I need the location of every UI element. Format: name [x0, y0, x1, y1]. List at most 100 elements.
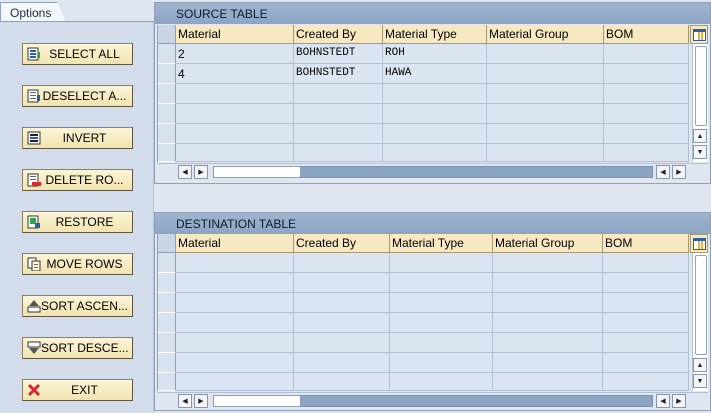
source-row-selector[interactable]	[158, 64, 176, 84]
source-row-selector[interactable]	[158, 84, 176, 104]
source-cell[interactable]	[604, 44, 689, 64]
destination-layout-settings-button[interactable]	[690, 234, 708, 253]
destination-empty-cell[interactable]	[294, 253, 390, 273]
source-cell[interactable]: BOHNSTEDT	[294, 44, 383, 64]
source-empty-cell[interactable]	[487, 144, 604, 162]
destination-horizontal-scroll-thumb[interactable]	[213, 395, 301, 407]
destination-empty-cell[interactable]	[603, 333, 689, 353]
destination-empty-cell[interactable]	[603, 273, 689, 293]
destination-empty-cell[interactable]	[294, 373, 390, 391]
destination-empty-cell[interactable]	[294, 333, 390, 353]
destination-empty-cell[interactable]	[390, 353, 493, 373]
destination-empty-cell[interactable]	[390, 273, 493, 293]
source-empty-cell[interactable]	[176, 84, 294, 104]
destination-col-material-group[interactable]: Material Group	[493, 234, 603, 253]
destination-empty-cell[interactable]	[390, 293, 493, 313]
destination-empty-cell[interactable]	[390, 333, 493, 353]
options-tab[interactable]: Options	[0, 2, 66, 22]
source-empty-cell[interactable]	[487, 124, 604, 144]
source-cell[interactable]: HAWA	[383, 64, 487, 84]
destination-row-selector[interactable]	[158, 373, 176, 391]
destination-empty-cell[interactable]	[294, 293, 390, 313]
select-all-button[interactable]: SELECT ALL	[22, 43, 133, 65]
source-empty-cell[interactable]	[487, 84, 604, 104]
destination-empty-cell[interactable]	[603, 313, 689, 333]
destination-horizontal-scrollbar[interactable]: ◀ ▶ ◀ ▶	[157, 392, 708, 408]
destination-empty-cell[interactable]	[493, 373, 603, 391]
source-select-all-corner[interactable]	[158, 25, 176, 44]
destination-empty-cell[interactable]	[176, 313, 294, 333]
destination-empty-cell[interactable]	[176, 353, 294, 373]
destination-empty-cell[interactable]	[603, 373, 689, 391]
destination-empty-cell[interactable]	[176, 373, 294, 391]
source-empty-cell[interactable]	[604, 144, 689, 162]
destination-row-selector[interactable]	[158, 273, 176, 293]
source-empty-cell[interactable]	[383, 104, 487, 124]
source-scroll-up-button[interactable]: ▲	[693, 129, 707, 143]
source-cell[interactable]: 2	[176, 44, 294, 64]
source-col-bom[interactable]: BOM	[604, 25, 689, 44]
source-empty-cell[interactable]	[383, 84, 487, 104]
destination-scroll-left-end-button[interactable]: ◀	[656, 394, 670, 408]
source-row-selector[interactable]	[158, 44, 176, 64]
destination-col-material-type[interactable]: Material Type	[390, 234, 493, 253]
destination-empty-cell[interactable]	[493, 313, 603, 333]
destination-scroll-right-end-button[interactable]: ▶	[672, 394, 686, 408]
destination-row-selector[interactable]	[158, 333, 176, 353]
destination-scroll-right-button[interactable]: ▶	[194, 394, 208, 408]
destination-empty-cell[interactable]	[390, 373, 493, 391]
destination-col-material[interactable]: Material	[176, 234, 294, 253]
destination-col-bom[interactable]: BOM	[603, 234, 689, 253]
destination-vertical-scroll-thumb[interactable]	[695, 255, 707, 355]
source-empty-cell[interactable]	[176, 144, 294, 162]
source-empty-cell[interactable]	[604, 104, 689, 124]
source-col-material[interactable]: Material	[176, 25, 294, 44]
source-empty-cell[interactable]	[294, 124, 383, 144]
destination-empty-cell[interactable]	[493, 353, 603, 373]
source-empty-cell[interactable]	[487, 104, 604, 124]
destination-row-selector[interactable]	[158, 253, 176, 273]
destination-empty-cell[interactable]	[390, 253, 493, 273]
source-col-created-by[interactable]: Created By	[294, 25, 383, 44]
source-col-material-group[interactable]: Material Group	[487, 25, 604, 44]
sort-ascending-button[interactable]: SORT ASCEN...	[22, 295, 133, 317]
source-empty-cell[interactable]	[604, 124, 689, 144]
source-cell[interactable]	[487, 44, 604, 64]
source-empty-cell[interactable]	[176, 104, 294, 124]
destination-scroll-up-button[interactable]: ▲	[693, 358, 707, 372]
source-row-selector[interactable]	[158, 104, 176, 124]
destination-scroll-left-button[interactable]: ◀	[178, 394, 192, 408]
destination-empty-cell[interactable]	[493, 333, 603, 353]
destination-empty-cell[interactable]	[493, 273, 603, 293]
sort-descending-button[interactable]: SORT DESCE...	[22, 337, 133, 359]
source-empty-cell[interactable]	[176, 124, 294, 144]
source-row-selector[interactable]	[158, 144, 176, 162]
source-empty-cell[interactable]	[383, 124, 487, 144]
destination-empty-cell[interactable]	[294, 273, 390, 293]
source-vertical-scrollbar[interactable]: ▲ ▼	[692, 44, 708, 162]
source-cell[interactable]: 4	[176, 64, 294, 84]
source-cell[interactable]: ROH	[383, 44, 487, 64]
source-cell[interactable]: BOHNSTEDT	[294, 64, 383, 84]
destination-select-all-corner[interactable]	[158, 234, 176, 253]
source-horizontal-scroll-thumb[interactable]	[213, 166, 301, 178]
source-empty-cell[interactable]	[294, 104, 383, 124]
source-scroll-right-button[interactable]: ▶	[194, 165, 208, 179]
source-scroll-down-button[interactable]: ▼	[693, 145, 707, 159]
destination-empty-cell[interactable]	[493, 253, 603, 273]
destination-empty-cell[interactable]	[603, 293, 689, 313]
destination-col-created-by[interactable]: Created By	[294, 234, 390, 253]
destination-empty-cell[interactable]	[603, 353, 689, 373]
destination-empty-cell[interactable]	[294, 353, 390, 373]
source-scroll-left-button[interactable]: ◀	[178, 165, 192, 179]
invert-button[interactable]: INVERT	[22, 127, 133, 149]
source-scroll-left-end-button[interactable]: ◀	[656, 165, 670, 179]
destination-empty-cell[interactable]	[176, 253, 294, 273]
source-cell[interactable]	[487, 64, 604, 84]
exit-button[interactable]: EXIT	[22, 379, 133, 401]
deselect-all-button[interactable]: DESELECT A...	[22, 85, 133, 107]
destination-empty-cell[interactable]	[294, 313, 390, 333]
destination-scroll-down-button[interactable]: ▼	[693, 374, 707, 388]
source-empty-cell[interactable]	[604, 84, 689, 104]
source-row-selector[interactable]	[158, 124, 176, 144]
